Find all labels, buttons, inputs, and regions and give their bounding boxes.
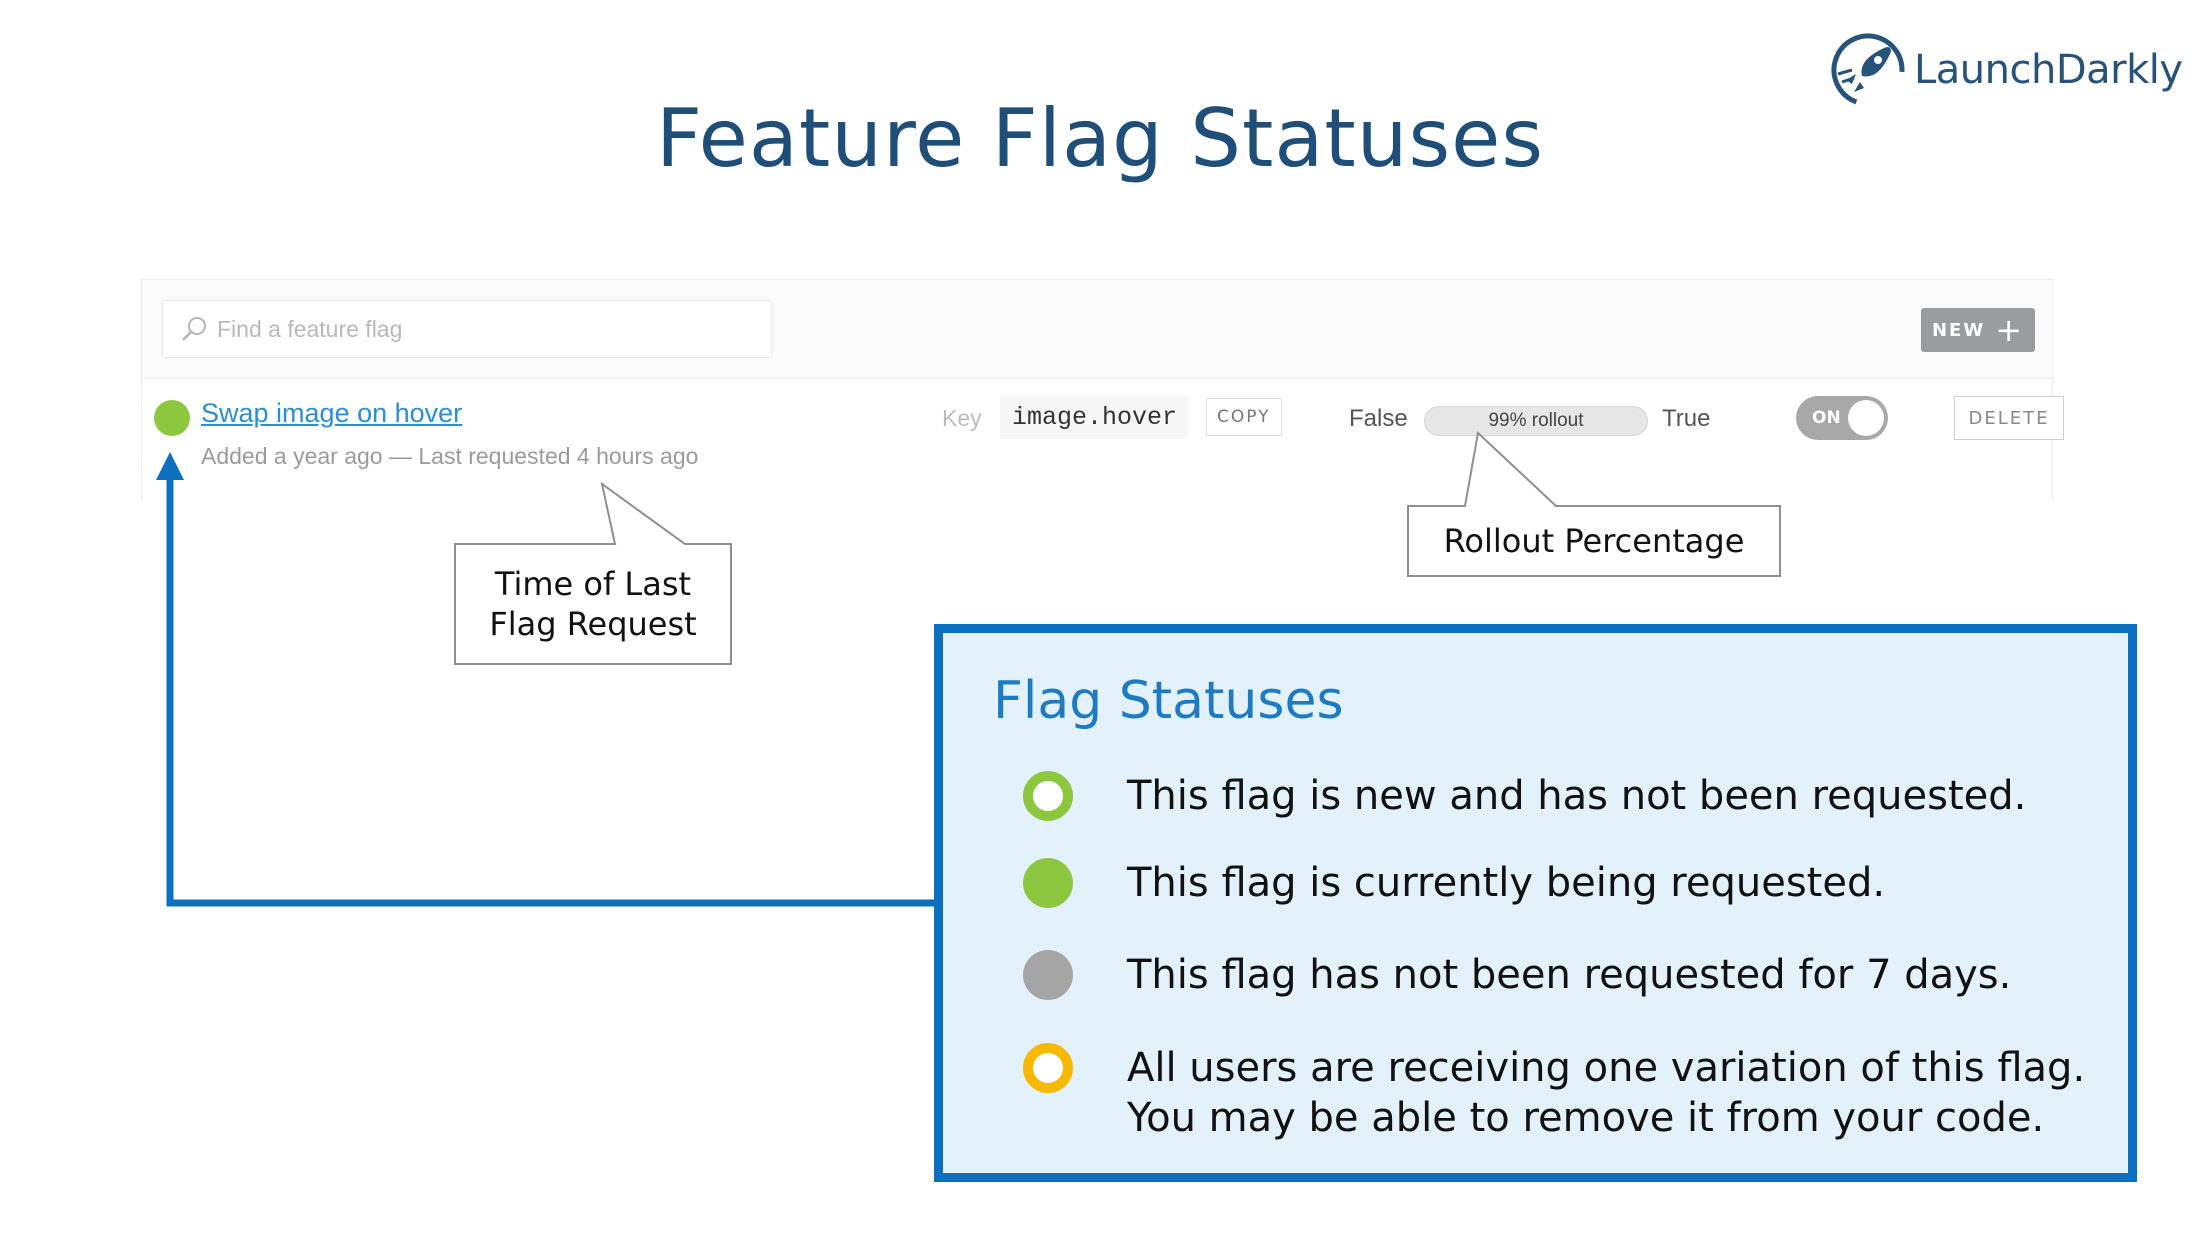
callout-time-line-1: Time of Last — [494, 565, 692, 603]
status-launched-icon — [1023, 1043, 1073, 1093]
callout-time-line-2: Flag Request — [489, 605, 697, 643]
legend-text-inactive: This flag has not been requested for 7 d… — [1127, 952, 2012, 998]
time-of-last-request-callout: Time of Last Flag Request — [455, 544, 731, 664]
legend-text-new: This flag is new and has not been reques… — [1127, 773, 2027, 819]
flag-statuses-legend: Flag Statuses This flag is new and has n… — [934, 624, 2137, 1182]
status-live-icon — [1023, 858, 1073, 908]
legend-arrow-line — [166, 470, 934, 907]
legend-text-launched-1: All users are receiving one variation of… — [1127, 1045, 2086, 1091]
legend-title: Flag Statuses — [993, 671, 1344, 731]
legend-arrow-head — [156, 452, 184, 480]
legend-text-launched-2: You may be able to remove it from your c… — [1127, 1095, 2045, 1141]
status-inactive-icon — [1023, 950, 1073, 1000]
legend-text-live: This flag is currently being requested. — [1127, 860, 1886, 906]
rollout-percentage-callout: Rollout Percentage — [1443, 522, 1745, 560]
status-new-icon — [1023, 771, 1073, 821]
